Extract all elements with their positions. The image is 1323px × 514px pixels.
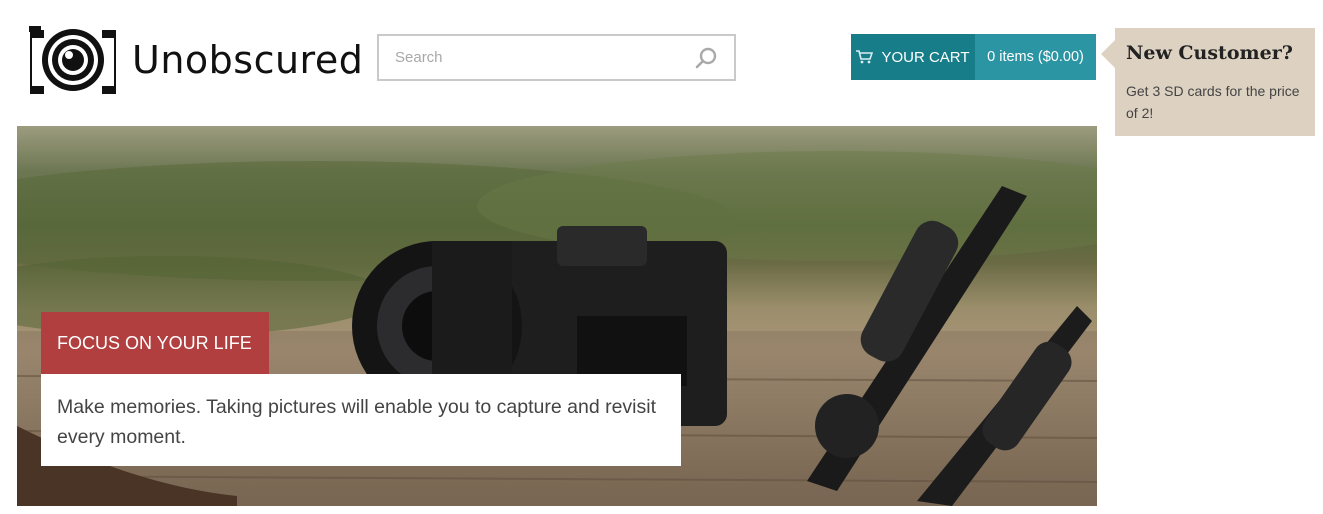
your-cart-label: YOUR CART — [881, 48, 970, 66]
camera-logo-icon — [29, 26, 116, 94]
hero-caption-title[interactable]: FOCUS ON YOUR LIFE — [41, 312, 269, 374]
search-icon[interactable] — [694, 46, 718, 70]
cart-items-summary[interactable]: 0 items ($0.00) — [975, 34, 1096, 80]
brand-logo[interactable]: Unobscured — [20, 24, 363, 94]
search-box — [377, 34, 736, 81]
brand-name: Unobscured — [132, 38, 364, 82]
promo-title: New Customer? — [1126, 42, 1293, 64]
promo-text: Get 3 SD cards for the price of 2! — [1126, 83, 1300, 121]
new-customer-promo: New Customer? Get 3 SD cards for the pri… — [1101, 28, 1315, 136]
hero-caption-text: Make memories. Taking pictures will enab… — [41, 374, 681, 466]
cart-icon — [856, 50, 874, 64]
cart-widget: YOUR CART 0 items ($0.00) — [851, 34, 1096, 80]
search-input[interactable] — [379, 36, 679, 79]
your-cart-button[interactable]: YOUR CART — [851, 34, 975, 80]
